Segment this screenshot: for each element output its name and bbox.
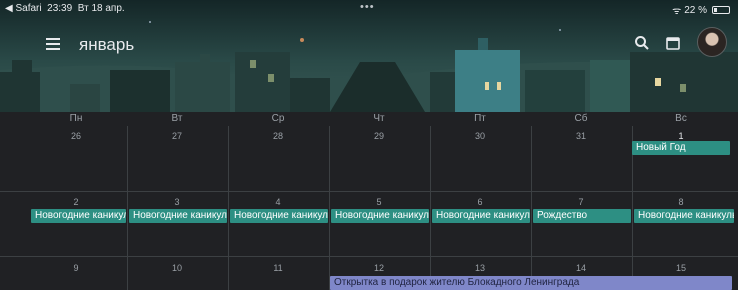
day-number[interactable]: 13 — [475, 263, 485, 273]
status-bar: ◀ Safari 23:39 Вт 18 апр. ••• ᯤ 22 % — [0, 0, 738, 17]
day-number[interactable]: 8 — [678, 197, 683, 207]
day-number[interactable]: 11 — [273, 263, 282, 273]
battery-percent: 22 % — [684, 4, 707, 16]
month-grid[interactable]: 26 27 28 29 30 31 1 Новый Год 2 3 4 5 6 … — [0, 126, 738, 290]
event-new-year[interactable]: Новый Год — [632, 141, 730, 155]
day-number[interactable]: 26 — [71, 131, 81, 141]
event-christmas[interactable]: Рождество — [533, 209, 631, 223]
event-holiday[interactable]: Новогодние каникулы — [129, 209, 227, 223]
event-holiday[interactable]: Новогодние каникулы — [230, 209, 328, 223]
weekday-label: Сб — [574, 113, 588, 124]
day-number[interactable]: 27 — [172, 131, 182, 141]
weekday-label: Пн — [69, 113, 83, 124]
event-holiday[interactable]: Новогодние каникулы — [31, 209, 126, 223]
day-number[interactable]: 31 — [576, 131, 586, 141]
menu-icon[interactable] — [46, 38, 60, 50]
event-holiday[interactable]: Новогодние каникулы — [432, 209, 530, 223]
day-number[interactable]: 15 — [676, 263, 686, 273]
multitasking-dots[interactable]: ••• — [360, 1, 375, 13]
battery-icon — [712, 6, 730, 14]
wifi-icon: ᯤ — [672, 6, 682, 17]
search-icon[interactable] — [634, 35, 650, 51]
weekday-label: Чт — [373, 113, 385, 124]
weekday-label: Вс — [675, 113, 687, 124]
status-date: Вт 18 апр. — [77, 3, 125, 14]
day-number[interactable]: 29 — [374, 131, 384, 141]
day-number[interactable]: 4 — [275, 197, 280, 207]
day-number[interactable]: 3 — [174, 197, 179, 207]
day-number[interactable]: 1 — [678, 131, 683, 141]
day-number[interactable]: 10 — [172, 263, 182, 273]
calendar-today-icon[interactable] — [666, 36, 680, 50]
event-leningrad[interactable]: Открытка в подарок жителю Блокадного Лен… — [330, 276, 732, 290]
avatar[interactable] — [697, 27, 727, 57]
day-number[interactable]: 6 — [477, 197, 482, 207]
day-number[interactable]: 2 — [73, 197, 78, 207]
day-number[interactable]: 5 — [376, 197, 381, 207]
month-title[interactable]: январь — [79, 35, 134, 55]
weekday-label: Ср — [271, 113, 285, 124]
day-number[interactable]: 30 — [475, 131, 485, 141]
weekday-label: Вт — [171, 113, 183, 124]
weekday-header: Пн Вт Ср Чт Пт Сб Вс — [0, 112, 738, 126]
status-time: 23:39 — [47, 3, 73, 14]
back-to-app-link[interactable]: ◀ Safari — [5, 3, 42, 14]
day-number[interactable]: 12 — [374, 263, 384, 273]
day-number[interactable]: 14 — [576, 263, 586, 273]
weekday-label: Пт — [474, 113, 486, 124]
day-number[interactable]: 7 — [578, 197, 583, 207]
event-holiday[interactable]: Новогодние каникулы — [634, 209, 734, 223]
event-holiday[interactable]: Новогодние каникулы — [331, 209, 429, 223]
day-number[interactable]: 28 — [273, 131, 283, 141]
day-number[interactable]: 9 — [73, 263, 78, 273]
